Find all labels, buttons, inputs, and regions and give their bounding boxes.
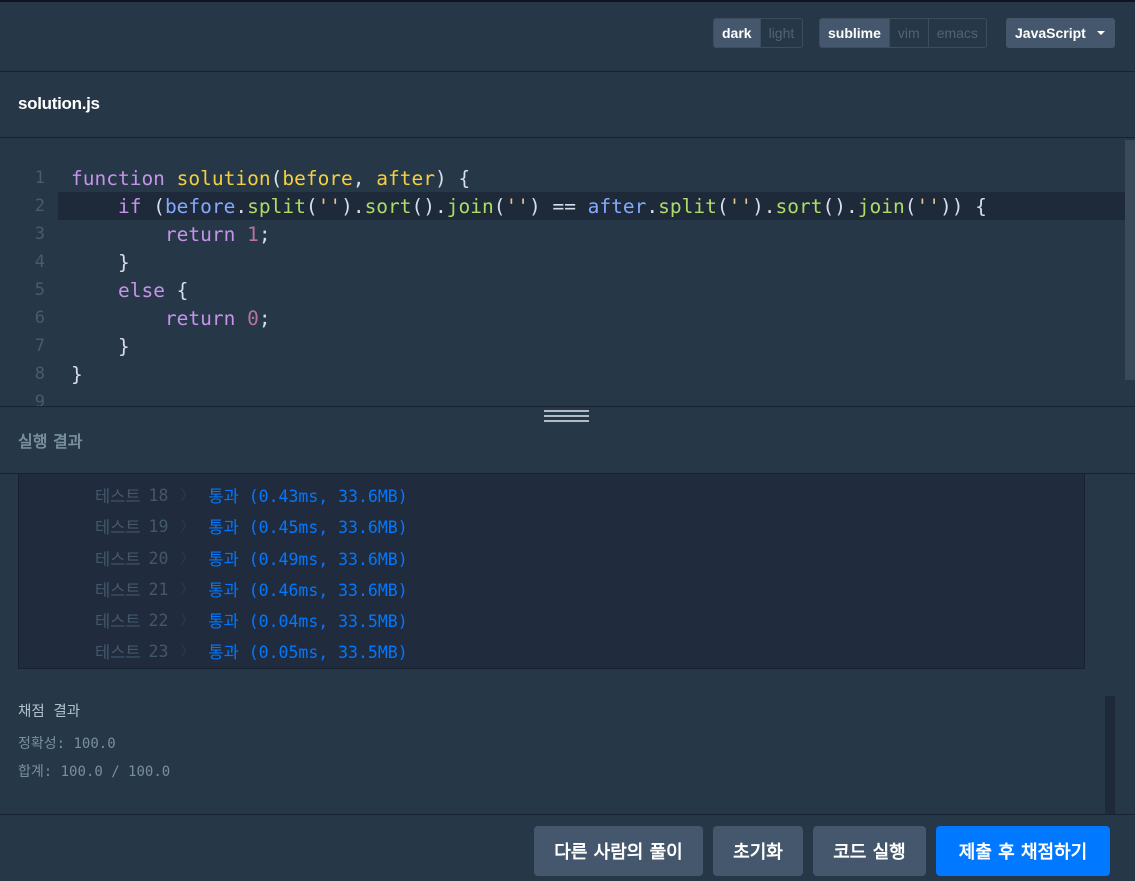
line-number: 6 [34,308,45,328]
reset-button[interactable]: 초기화 [713,826,803,876]
score-panel: 채점 결과 정확성: 100.0 합계: 100.0 / 100.0 [0,670,1135,814]
score-total: 합계: 100.0 / 100.0 [18,764,171,780]
code-line[interactable]: 3 return 1; [0,220,1125,248]
code-line[interactable]: 6 return 0; [0,304,1125,332]
line-number: 7 [34,336,45,356]
run-code-button[interactable]: 코드 실행 [813,826,926,876]
theme-option-light[interactable]: light [760,19,803,47]
test-result-row: 테스트 23 〉 통과 (0.05ms, 33.5MB) [95,639,408,663]
keymap-toggle: sublime vim emacs [819,18,987,48]
caret-down-icon [1097,31,1105,35]
line-number: 4 [34,252,45,272]
code-line[interactable]: 5 else { [0,276,1125,304]
file-name: solution.js [18,94,100,113]
test-result-row: 테스트 19 〉 통과 (0.45ms, 33.6MB) [95,514,408,538]
test-result: 통과 (0.04ms, 33.5MB) [208,612,408,631]
code-line[interactable]: 8} [0,360,1125,388]
test-label: 테스트 [95,612,141,631]
theme-toggle: dark light [713,18,804,48]
test-result-row: 테스트 18 〉 통과 (0.43ms, 33.6MB) [95,483,408,507]
test-result: 통과 (0.45ms, 33.6MB) [208,518,408,537]
test-number: 20 [148,548,169,568]
editor-scrollbar[interactable] [1125,140,1135,380]
test-result: 통과 (0.43ms, 33.6MB) [208,487,408,506]
line-number: 1 [34,168,45,188]
others-solutions-button[interactable]: 다른 사람의 풀이 [534,826,703,876]
score-title: 채점 결과 [18,704,81,720]
line-number: 5 [34,280,45,300]
test-result: 통과 (0.46ms, 33.6MB) [208,581,408,600]
action-bar: 다른 사람의 풀이 초기화 코드 실행 제출 후 채점하기 [0,814,1135,881]
chevron-right-icon: 〉 [180,551,195,567]
test-number: 18 [148,485,169,505]
test-result-row: 테스트 20 〉 통과 (0.49ms, 33.6MB) [95,546,408,570]
results-title: 실행 결과 [18,432,83,451]
editor-toolbar: dark light sublime vim emacs JavaScript [0,0,1135,72]
chevron-right-icon: 〉 [180,613,195,629]
language-select-value: JavaScript [1015,25,1086,41]
code-line[interactable]: 9 [0,388,1125,406]
code-line[interactable]: 7 } [0,332,1125,360]
keymap-option-vim[interactable]: vim [889,19,929,47]
test-number: 22 [148,610,169,630]
code-line-active[interactable]: 2 if (before. split(''). sort (). join('') =… [35,192,1125,220]
test-result-row: 테스트 21 〉 통과 (0.46ms, 33.6MB) [95,577,408,601]
chevron-right-icon: 〉 [180,519,195,535]
keymap-option-emacs[interactable]: emacs [928,19,986,47]
output-terminal[interactable]: 테스트 18 〉 통과 (0.43ms, 33.6MB) 테스트 19 〉 통과 (0.45… [18,474,1085,669]
score-scrollbar[interactable] [1105,696,1115,814]
test-label: 테스트 [95,487,141,506]
test-number: 21 [148,579,169,599]
test-result: 통과 (0.49ms, 33.6MB) [208,550,408,569]
file-header: solution.js [0,72,1135,138]
chevron-right-icon: 〉 [180,644,195,660]
test-label: 테스트 [95,518,141,537]
code-line[interactable]: 1 function solution(before, after) { [0,164,1125,192]
submit-button[interactable]: 제출 후 채점하기 [936,826,1110,876]
test-label: 테스트 [95,643,141,662]
test-number: 23 [148,641,169,661]
test-label: 테스트 [95,550,141,569]
line-number: 9 [34,392,45,406]
test-label: 테스트 [95,581,141,600]
line-number: 8 [34,364,45,384]
test-number: 19 [148,516,169,536]
test-result: 통과 (0.05ms, 33.5MB) [208,643,408,662]
resize-handle-icon[interactable] [544,410,589,424]
line-number: 3 [34,224,45,244]
results-header: 실행 결과 [0,406,1135,474]
language-select[interactable]: JavaScript [1006,18,1115,48]
chevron-right-icon: 〉 [180,488,195,504]
code-editor[interactable]: 1 function solution(before, after) { 2 if… [0,138,1135,406]
theme-option-dark[interactable]: dark [714,19,761,47]
keymap-option-sublime[interactable]: sublime [820,19,890,47]
test-result-row: 테스트 22 〉 통과 (0.04ms, 33.5MB) [95,608,408,632]
line-number: 2 [34,196,45,216]
code-line[interactable]: 4 } [0,248,1125,276]
chevron-right-icon: 〉 [180,582,195,598]
score-accuracy: 정확성: 100.0 [18,736,116,752]
